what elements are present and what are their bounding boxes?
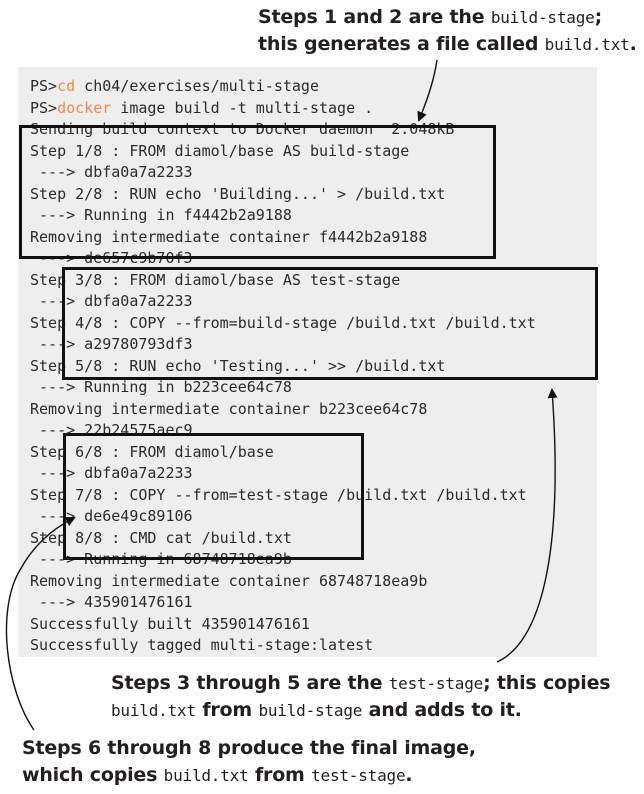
callout-final-image: Steps 6 through 8 produce the final imag… <box>22 735 476 789</box>
arrow-bottom <box>5 517 76 731</box>
callout-test-stage-line-2: build.txt from build-stage and adds to i… <box>111 699 522 721</box>
arrow-middle <box>496 388 558 663</box>
callout-final-image-line-1: Steps 6 through 8 produce the final imag… <box>22 737 476 759</box>
callout-final-image-line-2: which copies build.txt from test-stage. <box>22 764 413 786</box>
callout-test-stage-line-1: Steps 3 through 5 are the test-stage; th… <box>111 672 611 694</box>
callout-test-stage: Steps 3 through 5 are the test-stage; th… <box>111 670 611 724</box>
arrow-top <box>417 59 438 122</box>
